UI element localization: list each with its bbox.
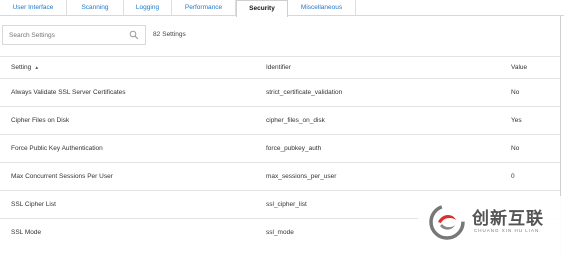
column-header-setting[interactable]: Setting ▲ [11, 57, 39, 79]
identifier-cell: max_sessions_per_user [266, 173, 337, 180]
brand-logo-icon [429, 204, 465, 240]
sort-ascending-icon[interactable]: ▲ [34, 65, 39, 71]
settings-tab-bar: User Interface Scanning Logging Performa… [0, 0, 564, 17]
column-header-value[interactable]: Value [511, 57, 527, 78]
watermark-name-en: CHUANG XIN HU LIAN [474, 228, 540, 233]
search-settings-field[interactable] [2, 25, 146, 45]
watermark-name-cn: 创新互联 [472, 209, 544, 229]
column-header-identifier[interactable]: Identifier [266, 57, 291, 78]
setting-name-cell: SSL Cipher List [11, 201, 56, 208]
settings-count: 82 Settings [153, 31, 188, 38]
table-row[interactable]: Force Public Key Authentication force_pu… [0, 134, 560, 162]
value-cell[interactable]: No [511, 79, 519, 106]
setting-name-cell: Force Public Key Authentication [11, 145, 103, 152]
watermark-logo: 创新互联 CHUANG XIN HU LIAN [418, 196, 564, 254]
tab-security[interactable]: Security [236, 0, 288, 17]
tab-performance[interactable]: Performance [172, 0, 236, 16]
setting-name-cell: Max Concurrent Sessions Per User [11, 173, 113, 180]
settings-count-label: Settings [162, 31, 186, 38]
value-cell[interactable]: 0 [511, 163, 515, 190]
setting-name-cell: SSL Mode [11, 229, 42, 236]
identifier-cell: cipher_files_on_disk [266, 117, 325, 124]
tab-miscellaneous[interactable]: Miscellaneous [288, 0, 356, 16]
search-input[interactable] [9, 29, 127, 41]
identifier-cell: force_pubkey_auth [266, 145, 322, 152]
table-header-row: Setting ▲ Identifier Value [0, 56, 560, 78]
tab-scanning[interactable]: Scanning [67, 0, 124, 16]
table-row[interactable]: Max Concurrent Sessions Per User max_ses… [0, 162, 560, 190]
column-header-setting-label: Setting [11, 64, 32, 71]
identifier-cell: ssl_mode [266, 229, 294, 236]
tab-user-interface[interactable]: User Interface [0, 0, 67, 16]
settings-count-number: 82 [153, 31, 161, 38]
identifier-cell: ssl_cipher_list [266, 201, 307, 208]
search-icon[interactable] [129, 30, 139, 40]
tab-logging[interactable]: Logging [124, 0, 172, 16]
value-cell[interactable]: No [511, 135, 519, 162]
table-row[interactable]: Cipher Files on Disk cipher_files_on_dis… [0, 106, 560, 134]
setting-name-cell: Always Validate SSL Server Certificates [11, 89, 126, 96]
identifier-cell: strict_certificate_validation [266, 89, 343, 96]
setting-name-cell: Cipher Files on Disk [11, 117, 70, 124]
value-cell[interactable]: Yes [511, 107, 522, 134]
table-row[interactable]: Always Validate SSL Server Certificates … [0, 78, 560, 106]
